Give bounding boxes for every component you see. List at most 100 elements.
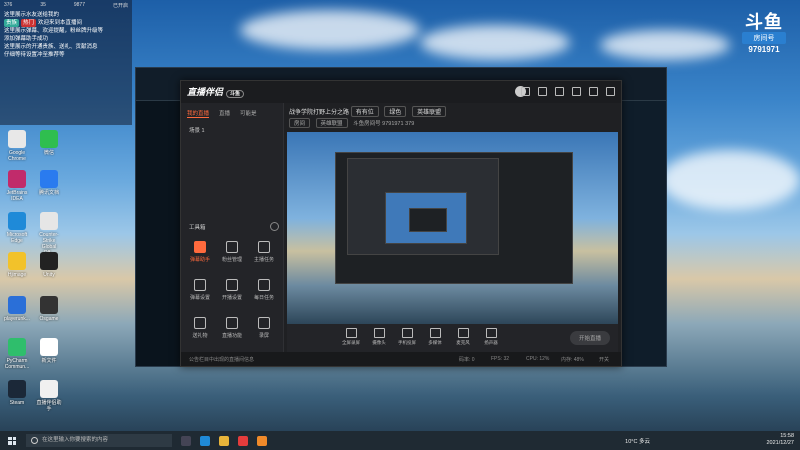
desktop-icon[interactable]: JetBrains IDEA <box>4 170 30 202</box>
online-count: 376 <box>4 2 13 8</box>
desktop-icon[interactable]: 腾讯文档 <box>36 170 62 196</box>
chat-stats: 376 35 9877 已开启 <box>0 0 132 11</box>
desktop-icon[interactable]: Google Chrome <box>4 130 30 162</box>
message-icon[interactable] <box>538 87 547 96</box>
desktop-icon[interactable]: Unity <box>36 252 62 278</box>
tool-button[interactable]: 主播任务 <box>249 241 279 263</box>
app-icon <box>40 170 58 188</box>
start-stream-button[interactable]: 开始直播 <box>569 331 610 345</box>
fans-count: 9877 <box>73 2 85 8</box>
clock[interactable]: 15:58 2021/12/27 <box>766 433 794 447</box>
app-icon[interactable] <box>238 435 248 446</box>
tool-button[interactable]: 弹幕助手 <box>185 241 215 263</box>
tab-other[interactable]: 可能是 <box>240 109 257 118</box>
desktop-icon[interactable]: Microsoft Edge <box>4 212 30 244</box>
desktop-icon[interactable]: Steam <box>4 380 30 406</box>
app-icon <box>40 296 58 314</box>
tool-icon <box>226 241 238 253</box>
scene-item[interactable]: 场景 1 <box>181 122 283 138</box>
control-icon <box>345 328 357 338</box>
help-icon[interactable] <box>270 222 279 231</box>
desktop-icon[interactable]: Hjimage <box>4 252 30 278</box>
game-client-sidebar <box>136 101 181 366</box>
category-label: 有有位 <box>350 106 379 117</box>
desktop-icon-label: Unity <box>43 272 55 278</box>
stream-app-window[interactable]: 直播伴侣 斗鱼 我的直播 直播 可能是 场景 1 工具箱 弹幕助手 粉丝管理 主播任务… <box>180 80 622 367</box>
tool-icon <box>258 279 270 291</box>
chat-tag: 贵族 <box>4 19 20 27</box>
control-label: 摄像头 <box>372 340 386 345</box>
desktop-icon[interactable]: 直播伴侣助手 <box>36 380 62 412</box>
search-input[interactable]: 在这里输入你要搜索的内容 <box>26 434 172 447</box>
menu-icon[interactable] <box>555 87 564 96</box>
status-bar: 公告栏目中出现的直播间信息 码率: 0 FPS: 32 CPU: 12% 内存:… <box>181 352 621 366</box>
tool-label: 录屏 <box>258 333 269 339</box>
tool-button[interactable]: 开播设置 <box>217 279 247 301</box>
start-icon[interactable] <box>8 436 16 445</box>
desktop-icon[interactable]: PyCharm Commun... <box>4 338 30 370</box>
control-button[interactable]: 麦克风 <box>449 328 477 346</box>
clock-date: 2021/12/27 <box>766 440 794 446</box>
game-client-friends[interactable] <box>617 101 666 366</box>
app-logo: 直播伴侣 斗鱼 <box>187 85 245 98</box>
desktop-icon-label: Steam <box>9 400 25 406</box>
tool-button[interactable]: 每日任务 <box>249 279 279 301</box>
app-icon <box>8 338 26 356</box>
control-button[interactable]: 全屏录屏 <box>337 328 365 346</box>
tool-button[interactable]: 弹幕设置 <box>185 279 215 301</box>
room-type[interactable]: 英雄联盟 <box>315 118 348 128</box>
tool-label: 弹幕设置 <box>189 295 210 301</box>
status-cpu: CPU: 12% <box>526 356 550 362</box>
category-value[interactable]: 绿色 <box>384 106 407 117</box>
control-icon <box>401 328 413 338</box>
tab-live[interactable]: 直播 <box>219 109 230 118</box>
desktop-icon-label: JetBrains IDEA <box>6 190 28 202</box>
desktop-icon[interactable]: playerunk... <box>4 296 30 322</box>
desktop-icon-label: 新文件 <box>41 358 57 364</box>
tool-icon <box>258 241 270 253</box>
status-toggle[interactable]: 开关 <box>599 356 609 363</box>
stream-preview[interactable] <box>287 132 618 324</box>
tool-button[interactable]: 送礼物 <box>185 317 215 339</box>
control-button[interactable]: 摄像头 <box>365 328 393 346</box>
tool-icon <box>194 241 206 253</box>
control-button[interactable]: 扬声器 <box>477 328 505 346</box>
edge-icon[interactable] <box>200 435 210 446</box>
cloud <box>660 150 800 210</box>
desktop-icon-label: PyCharm Commun... <box>4 358 30 370</box>
tool-label: 主播任务 <box>253 257 274 263</box>
control-button[interactable]: 手机投屏 <box>393 328 421 346</box>
cloud <box>420 25 570 60</box>
tool-button[interactable]: 录屏 <box>249 317 279 339</box>
desktop-icon[interactable]: 微信 <box>36 130 62 156</box>
status-bitrate: 码率: 0 <box>459 357 475 363</box>
platform-badge[interactable]: 斗鱼 <box>226 90 245 98</box>
panel-tabs: 我的直播 直播 可能是 <box>181 103 283 122</box>
desktop-icon[interactable]: 新文件 <box>36 338 62 364</box>
tool-button[interactable]: 粉丝管理 <box>217 241 247 263</box>
douyu-logo: 斗鱼 房间号 9791971 <box>742 12 786 54</box>
chat-tag: 热门 <box>21 19 37 27</box>
status-memory: 内存: 48% <box>561 357 584 363</box>
tool-button[interactable]: 直播功能 <box>217 317 247 339</box>
tool-icon <box>194 279 206 291</box>
settings-icon[interactable] <box>521 87 530 96</box>
tab-my-stream[interactable]: 我的直播 <box>187 109 210 118</box>
minimize-icon[interactable] <box>572 87 581 96</box>
control-button[interactable]: 多媒体 <box>421 328 449 346</box>
game-select[interactable]: 英雄联盟 <box>412 106 447 117</box>
desktop-icon[interactable]: Counter-Strike Global Off... <box>36 212 62 256</box>
weather[interactable]: 10°C 多云 <box>625 437 650 445</box>
desktop-icon[interactable]: Osgame <box>36 296 62 322</box>
chat-message: 仔细等待设置冲至推荐等 <box>4 52 65 58</box>
folder-icon[interactable] <box>219 435 229 446</box>
desktop-icon-label: Microsoft Edge <box>6 232 28 244</box>
maximize-icon[interactable] <box>589 87 598 96</box>
heat-count: 379 <box>405 121 415 127</box>
stream-app-taskbar-icon[interactable] <box>257 435 267 446</box>
close-icon[interactable] <box>606 87 615 96</box>
app-icon <box>40 212 58 230</box>
stream-title[interactable]: 战争学院打野上分之路 <box>289 110 349 116</box>
stream-info: 战争学院打野上分之路 有有位 绿色 英雄联盟 <box>289 106 450 117</box>
task-view-icon[interactable] <box>181 435 191 446</box>
